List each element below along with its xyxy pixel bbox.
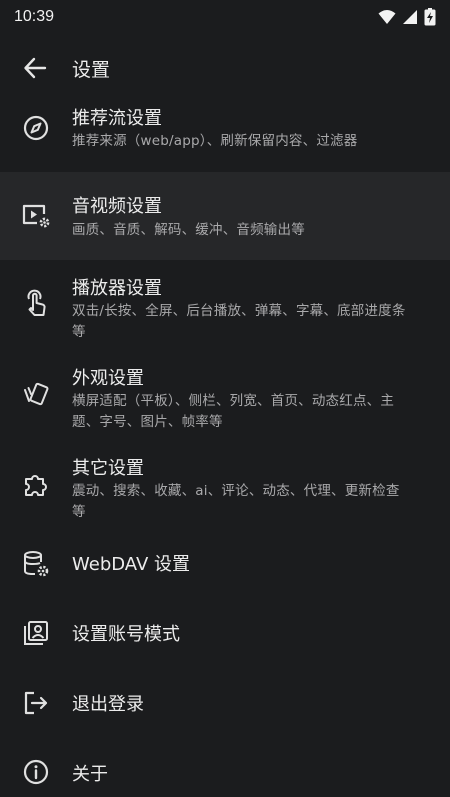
- item-subtitle: 推荐来源（web/app）、刷新保留内容、过滤器: [72, 133, 358, 149]
- settings-item-logout[interactable]: 退出登录: [0, 670, 450, 736]
- signal-icon: [402, 9, 418, 25]
- item-title: 退出登录: [72, 694, 144, 715]
- item-title: WebDAV 设置: [72, 554, 190, 575]
- settings-item-other[interactable]: 其它设置 震动、搜索、收藏、ai、评论、动态、代理、更新检查等: [0, 442, 450, 528]
- compass-icon: [21, 113, 51, 143]
- page-title: 设置: [72, 59, 111, 81]
- app-bar: 设置: [0, 40, 450, 96]
- item-title: 音视频设置: [72, 196, 162, 217]
- settings-item-player[interactable]: 播放器设置 双击/长按、全屏、后台播放、弹幕、字幕、底部进度条等: [0, 262, 450, 348]
- item-title: 播放器设置: [72, 278, 162, 299]
- logout-icon: [21, 688, 51, 718]
- item-subtitle: 震动、搜索、收藏、ai、评论、动态、代理、更新检查等: [72, 483, 400, 520]
- settings-item-appearance[interactable]: 外观设置 横屏适配（平板）、侧栏、列宽、首页、动态红点、主题、字号、图片、帧率等: [0, 352, 450, 438]
- account-box-icon: [21, 618, 51, 648]
- status-bar: 10:39: [0, 0, 450, 34]
- item-title: 关于: [72, 764, 108, 785]
- item-subtitle: 画质、音质、解码、缓冲、音频输出等: [72, 222, 305, 238]
- settings-item-audio-video[interactable]: 音视频设置 画质、音质、解码、缓冲、音频输出等: [0, 172, 450, 260]
- settings-item-account-mode[interactable]: 设置账号模式: [0, 600, 450, 666]
- arrow-back-icon: [23, 57, 47, 79]
- extension-icon: [21, 470, 51, 500]
- video-settings-icon: [21, 201, 51, 231]
- back-button[interactable]: [20, 54, 50, 82]
- settings-item-recommend-feed[interactable]: 推荐流设置 推荐来源（web/app）、刷新保留内容、过滤器: [0, 96, 450, 172]
- info-icon: [21, 757, 51, 787]
- status-icons: [378, 8, 436, 26]
- settings-item-webdav[interactable]: WebDAV 设置: [0, 532, 450, 596]
- style-icon: [21, 380, 51, 410]
- item-subtitle: 双击/长按、全屏、后台播放、弹幕、字幕、底部进度条等: [72, 303, 406, 340]
- database-settings-icon: [21, 549, 51, 579]
- item-title: 外观设置: [72, 368, 144, 389]
- item-title: 设置账号模式: [72, 624, 180, 645]
- wifi-icon: [378, 9, 396, 25]
- settings-item-about[interactable]: 关于: [0, 740, 450, 797]
- item-title: 其它设置: [72, 458, 144, 479]
- touch-icon: [21, 288, 51, 318]
- status-time: 10:39: [14, 8, 55, 25]
- battery-charging-icon: [424, 8, 436, 26]
- item-title: 推荐流设置: [72, 108, 162, 129]
- item-subtitle: 横屏适配（平板）、侧栏、列宽、首页、动态红点、主题、字号、图片、帧率等: [72, 393, 395, 430]
